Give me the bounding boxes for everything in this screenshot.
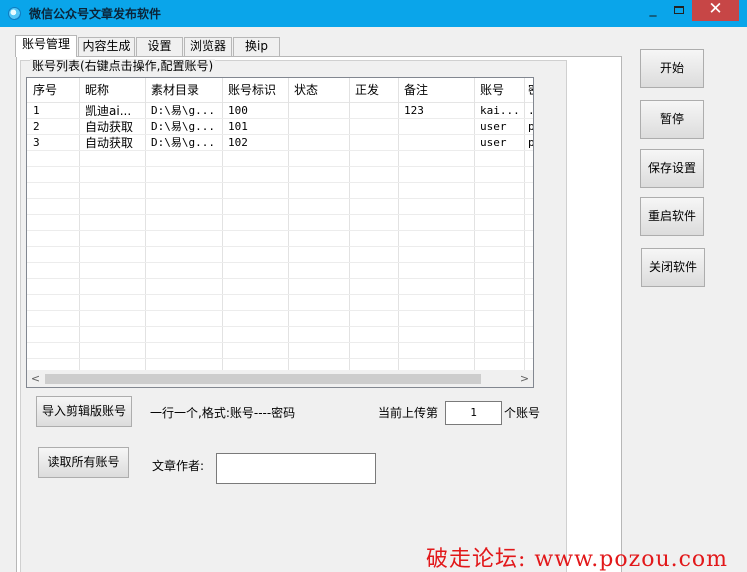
table-row[interactable]: 3 自动获取 D:\易\g... 102 user p	[27, 135, 533, 151]
cell-password: .	[528, 104, 534, 117]
cell-remark: 123	[404, 104, 424, 117]
grid-line	[27, 182, 533, 183]
grid-line	[27, 278, 533, 279]
window-title: 微信公众号文章发布软件	[29, 7, 162, 21]
column-header-account-id[interactable]: 账号标识	[222, 78, 288, 103]
account-list-group-title: 账号列表(右键点击操作,配置账号)	[30, 59, 216, 73]
tab-settings[interactable]: 设置	[136, 37, 183, 56]
grid-line	[27, 262, 533, 263]
column-header-status[interactable]: 状态	[288, 78, 349, 103]
column-header-password[interactable]: 密	[524, 78, 533, 103]
minimize-button[interactable]: _	[640, 0, 666, 21]
grid-line	[27, 214, 533, 215]
format-hint-label: 一行一个,格式:账号----密码	[150, 406, 296, 420]
maximize-button[interactable]	[666, 0, 692, 21]
grid-line	[27, 294, 533, 295]
cell-material-dir: D:\易\g...	[151, 136, 215, 149]
title-bar: 微信公众号文章发布软件 _ ✕	[0, 0, 747, 27]
author-label: 文章作者:	[152, 459, 205, 473]
cell-index: 1	[33, 104, 40, 117]
column-header-material-dir[interactable]: 素材目录	[145, 78, 222, 103]
scroll-left-icon[interactable]: <	[27, 371, 44, 387]
cell-account-id: 102	[228, 136, 248, 149]
close-icon: ✕	[708, 0, 723, 19]
account-list-header: 序号 昵称 素材目录 账号标识 状态 正发 备注 账号 密	[27, 78, 533, 103]
cell-nickname: 自动获取	[85, 136, 134, 150]
close-app-button[interactable]: 关闭软件	[641, 248, 705, 287]
app-circle-icon	[8, 7, 21, 20]
tab-account-management[interactable]: 账号管理	[15, 35, 77, 57]
cell-index: 2	[33, 120, 40, 133]
column-header-nickname[interactable]: 昵称	[79, 78, 145, 103]
account-list[interactable]: 序号 昵称 素材目录 账号标识 状态 正发 备注 账号 密	[26, 77, 534, 388]
tab-change-ip[interactable]: 换ip	[233, 37, 280, 56]
grid-line	[27, 198, 533, 199]
cell-index: 3	[33, 136, 40, 149]
tab-browser[interactable]: 浏览器	[184, 37, 232, 56]
cell-remark	[398, 119, 474, 135]
cell-status	[288, 119, 349, 135]
column-header-remark[interactable]: 备注	[398, 78, 474, 103]
grid-line	[27, 342, 533, 343]
grid-line	[27, 246, 533, 247]
save-settings-button[interactable]: 保存设置	[640, 149, 704, 188]
close-window-button[interactable]: ✕	[692, 0, 739, 21]
cell-account-id: 100	[228, 104, 248, 117]
cell-status	[288, 103, 349, 119]
author-field[interactable]	[216, 453, 376, 484]
minimize-icon: _	[649, 1, 657, 17]
cell-account: user	[480, 136, 507, 149]
cell-publishing	[349, 135, 398, 151]
cell-password: p	[528, 136, 534, 149]
start-button[interactable]: 开始	[640, 49, 704, 88]
maximize-icon	[674, 6, 684, 14]
grid-line	[27, 326, 533, 327]
column-header-account[interactable]: 账号	[474, 78, 524, 103]
upload-label-before: 当前上传第	[378, 406, 439, 420]
cell-account: kai...	[480, 104, 520, 117]
read-all-accounts-button[interactable]: 读取所有账号	[38, 447, 129, 478]
grid-line	[27, 358, 533, 359]
scrollbar-thumb[interactable]	[45, 374, 481, 384]
grid-line	[27, 310, 533, 311]
cell-status	[288, 135, 349, 151]
pause-button[interactable]: 暂停	[640, 100, 704, 139]
cell-password: p	[528, 120, 534, 133]
cell-publishing	[349, 119, 398, 135]
cell-account-id: 101	[228, 120, 248, 133]
column-header-index[interactable]: 序号	[27, 78, 79, 103]
grid-line	[27, 230, 533, 231]
restart-app-button[interactable]: 重启软件	[640, 197, 704, 236]
upload-label-after: 个账号	[504, 406, 541, 420]
cell-nickname: 凯迪ai...	[85, 104, 132, 118]
horizontal-scrollbar[interactable]: < >	[27, 370, 533, 387]
cell-material-dir: D:\易\g...	[151, 104, 215, 117]
upload-index-field[interactable]: 1	[445, 401, 502, 425]
table-row[interactable]: 1 凯迪ai... D:\易\g... 100 123 kai... .	[27, 103, 533, 119]
table-row[interactable]: 2 自动获取 D:\易\g... 101 user p	[27, 119, 533, 135]
tab-content-generation[interactable]: 内容生成	[78, 37, 135, 56]
client-area: 账号管理 内容生成 设置 浏览器 换ip 账号列表(右键点击操作,配置账号) 序…	[0, 27, 747, 572]
cell-account: user	[480, 120, 507, 133]
import-clipboard-accounts-button[interactable]: 导入剪辑版账号	[36, 396, 132, 427]
cell-remark	[398, 135, 474, 151]
watermark-text: 破走论坛: www.pozou.com	[426, 547, 729, 572]
cell-nickname: 自动获取	[85, 120, 134, 134]
scroll-right-icon[interactable]: >	[516, 371, 533, 387]
grid-line	[27, 166, 533, 167]
cell-publishing	[349, 103, 398, 119]
cell-material-dir: D:\易\g...	[151, 120, 215, 133]
column-header-publishing[interactable]: 正发	[349, 78, 398, 103]
